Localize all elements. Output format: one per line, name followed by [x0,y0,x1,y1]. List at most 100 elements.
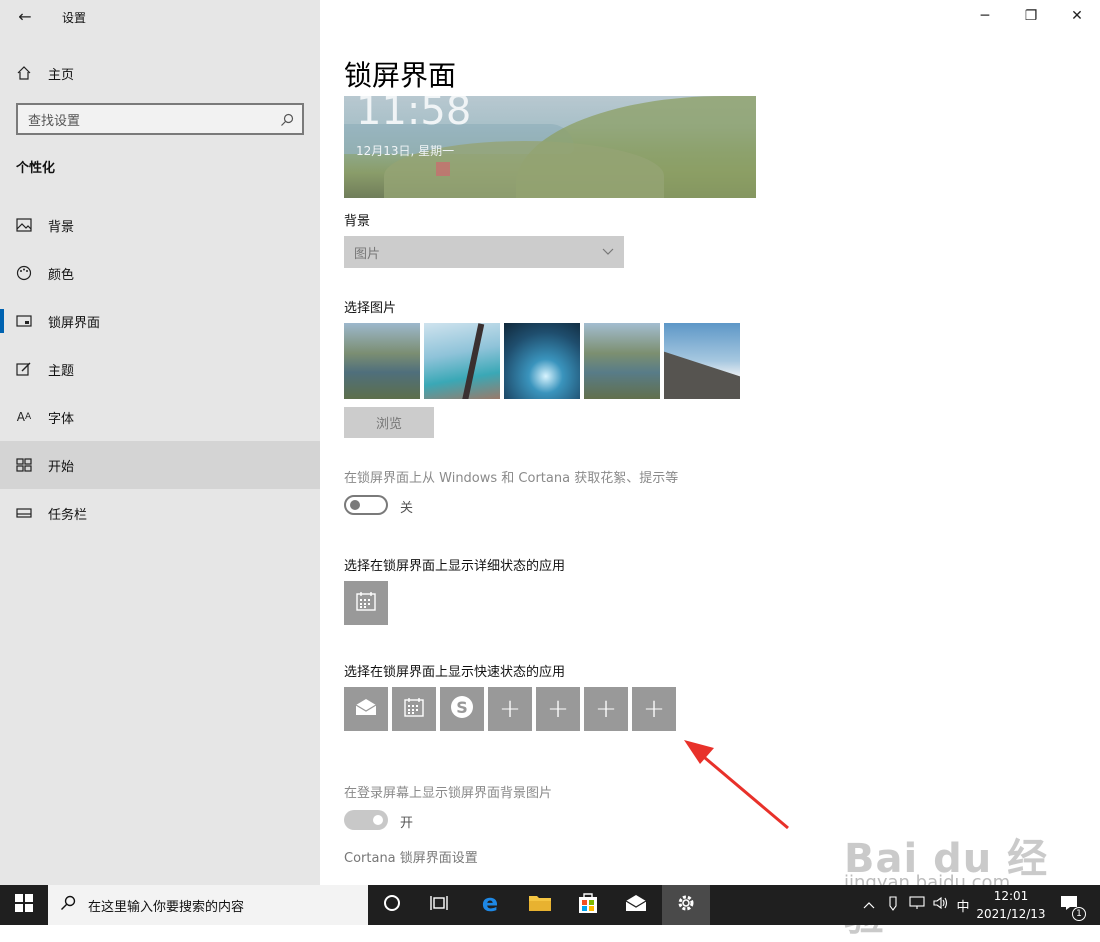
maximize-button[interactable]: ❐ [1008,0,1054,32]
font-icon: AA [16,410,32,424]
windows-logo-icon [15,894,33,916]
cortana-circle-icon [383,894,401,916]
cortana-lockscreen-settings-link[interactable]: Cortana 锁屏界面设置 [344,847,478,866]
tray-ime-indicator[interactable]: 中 [952,885,974,925]
back-arrow-icon: ← [18,6,32,26]
signin-background-label: 在登录屏幕上显示锁屏界面背景图片 [344,786,553,801]
calendar-icon [355,590,377,616]
minimize-icon: ─ [980,8,990,24]
add-quick-status-app-button[interactable]: + [632,687,676,731]
sidebar-item-label: 任务栏 [48,507,88,523]
pen-icon [887,895,899,915]
fun-facts-toggle[interactable] [344,495,388,515]
picture-thumbnail[interactable] [344,323,420,399]
dropdown-value: 图片 [354,246,381,262]
picture-thumbnail[interactable] [504,323,580,399]
taskbar-app-store[interactable] [564,885,612,925]
tray-network-icon[interactable] [906,885,928,925]
sidebar-item-taskbar[interactable]: 任务栏 [0,489,320,537]
taskbar-clock[interactable]: 12:01 2021/12/13 [972,887,1050,925]
sidebar-item-start[interactable]: 开始 [0,441,320,489]
add-quick-status-app-button[interactable]: + [584,687,628,731]
calendar-icon [403,696,425,722]
picture-thumbnail[interactable] [584,323,660,399]
app-title: 设置 [62,11,87,25]
taskbar-search-box[interactable]: 在这里输入你要搜索的内容 [48,885,368,925]
svg-text:S: S [456,698,468,717]
tray-volume-icon[interactable] [930,885,952,925]
notification-count-badge: 1 [1072,907,1086,921]
start-button[interactable] [0,885,48,925]
toggle-knob [350,500,360,510]
plus-icon: + [595,694,617,724]
taskbar-app-mail[interactable] [612,885,660,925]
chevron-down-icon [602,246,614,259]
lockscreen-preview: 11:58 12月13日, 星期一 [344,96,756,198]
action-center-button[interactable]: 1 [1054,885,1086,925]
fun-facts-label: 在锁屏界面上从 Windows 和 Cortana 获取花絮、提示等 [344,471,679,486]
search-icon [60,895,76,915]
sidebar-item-background[interactable]: 背景 [0,201,320,249]
notification-icon: 1 [1060,895,1086,921]
detailed-status-label: 选择在锁屏界面上显示详细状态的应用 [344,559,566,574]
back-button[interactable]: ← [8,0,42,32]
sidebar-item-colors[interactable]: 颜色 [0,249,320,297]
mail-icon [354,698,378,720]
preview-time: 11:58 [356,96,472,134]
selection-indicator [0,309,4,333]
quick-status-apps: S + + + + [344,687,676,731]
task-view-icon [430,894,450,916]
tray-touch-icon[interactable] [882,885,904,925]
task-view-button[interactable] [416,885,464,925]
plus-icon: + [499,694,521,724]
close-icon: ✕ [1071,8,1083,24]
network-icon [909,896,925,914]
fun-facts-state: 关 [400,501,414,516]
choose-picture-label: 选择图片 [344,301,397,316]
sidebar-item-fonts[interactable]: AA 字体 [0,393,320,441]
taskbar-app-file-explorer[interactable] [516,885,564,925]
sidebar-item-label: 锁屏界面 [48,315,101,331]
sidebar-nav: 背景 颜色 锁屏界面 主题 AA 字体 开始 任务栏 [0,201,320,537]
signin-background-state: 开 [400,816,414,831]
store-icon [577,892,599,918]
volume-icon [933,896,949,914]
add-quick-status-app-button[interactable]: + [488,687,532,731]
svg-text:e: e [482,891,498,915]
picture-thumbnail[interactable] [664,323,740,399]
image-icon [0,218,48,232]
quick-status-app-mail[interactable] [344,687,388,731]
background-dropdown[interactable]: 图片 [344,236,624,268]
browse-button[interactable]: 浏览 [344,407,434,438]
taskbar: 在这里输入你要搜索的内容 e 中 12:01 2021/12/13 1 [0,885,1100,925]
show-hidden-icons-button[interactable] [858,885,880,925]
add-quick-status-app-button[interactable]: + [536,687,580,731]
theme-icon [0,361,48,377]
edge-icon: e [478,889,502,919]
clock-date: 2021/12/13 [976,907,1046,921]
sidebar-item-themes[interactable]: 主题 [0,345,320,393]
quick-status-app-skype[interactable]: S [440,687,484,731]
sidebar-item-home[interactable]: 主页 [0,56,320,90]
signin-background-toggle[interactable] [344,810,388,830]
taskbar-app-settings[interactable] [662,885,710,925]
main-content: ─ ❐ ✕ 锁屏界面 11:58 12月13日, 星期一 背景 图片 选择图片 [320,0,1100,885]
lockscreen-icon [0,314,48,328]
sidebar-item-label: 字体 [48,411,75,427]
cortana-button[interactable] [368,885,416,925]
quick-status-app-calendar[interactable] [392,687,436,731]
picture-thumbnail[interactable] [424,323,500,399]
close-button[interactable]: ✕ [1054,0,1100,32]
taskbar-app-edge[interactable]: e [466,885,514,925]
mail-icon [624,894,648,916]
plus-icon: + [643,694,665,724]
background-label: 背景 [344,214,371,229]
search-icon [280,112,294,126]
palette-icon [0,265,48,281]
section-label-personalization: 个性化 [16,161,56,176]
plus-icon: + [547,694,569,724]
sidebar-item-lockscreen[interactable]: 锁屏界面 [0,297,320,345]
settings-search-input[interactable]: 查找设置 [16,103,304,135]
minimize-button[interactable]: ─ [962,0,1008,32]
detailed-status-app-calendar[interactable] [344,581,388,625]
